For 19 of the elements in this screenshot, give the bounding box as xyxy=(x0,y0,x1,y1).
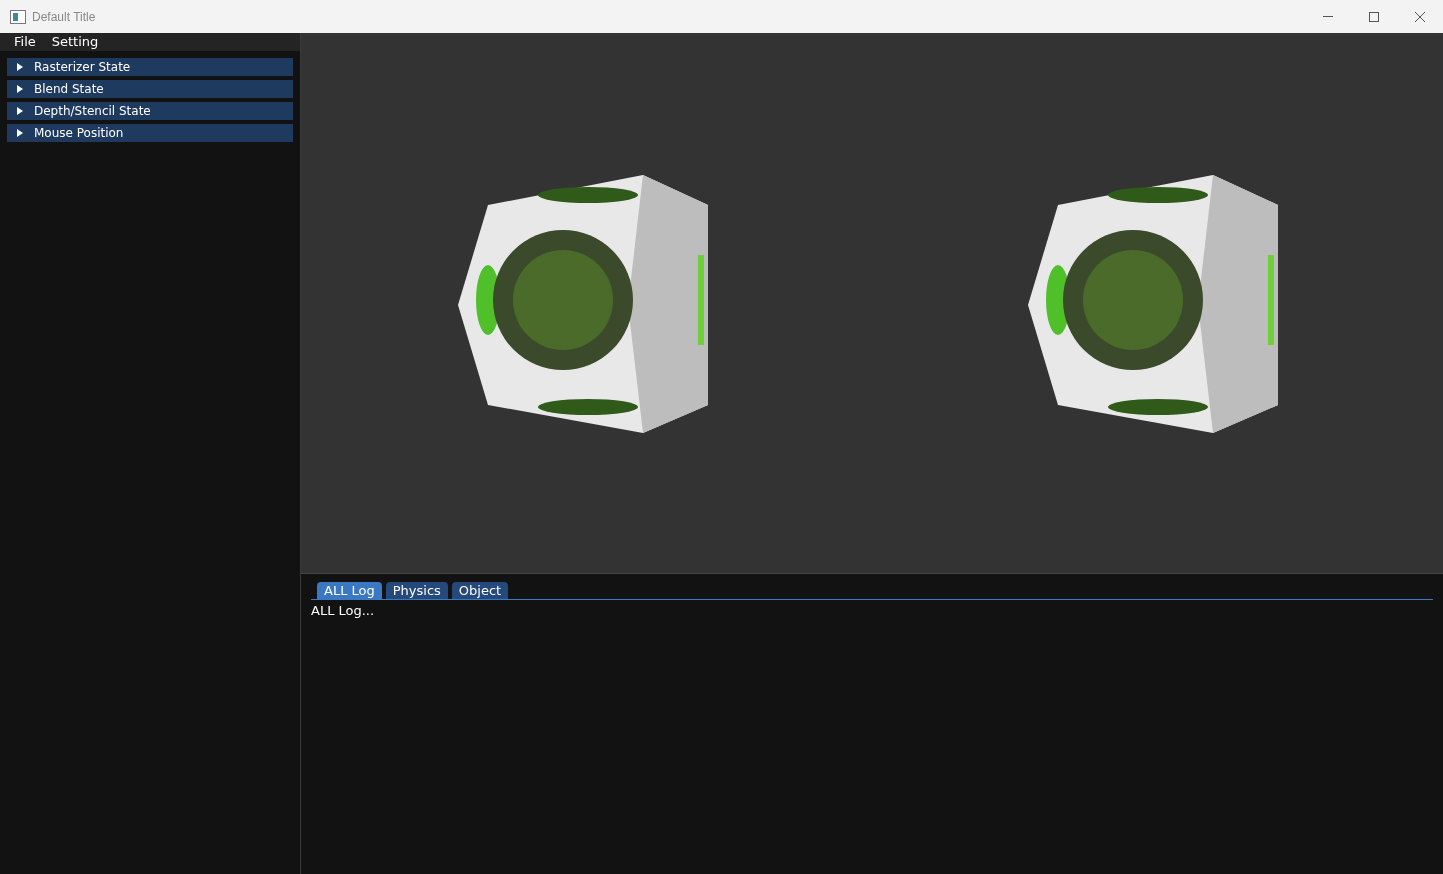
maximize-icon xyxy=(1369,11,1379,22)
caret-right-icon xyxy=(16,129,24,137)
caret-right-icon xyxy=(16,63,24,71)
tree-node[interactable]: Rasterizer State xyxy=(7,58,293,76)
app-icon xyxy=(10,9,26,24)
tree-node[interactable]: Depth/Stencil State xyxy=(7,102,293,120)
menu-item[interactable]: Setting xyxy=(45,33,105,51)
caret-right-icon xyxy=(16,107,24,115)
tree-node[interactable]: Mouse Position xyxy=(7,124,293,142)
log-tab[interactable]: Object xyxy=(451,582,509,599)
log-tab[interactable]: ALL Log xyxy=(317,582,382,599)
log-text: ALL Log... xyxy=(311,602,376,620)
menu-item[interactable]: File xyxy=(8,33,42,51)
window-title: Default Title xyxy=(32,8,96,26)
caret-right-icon xyxy=(16,85,24,93)
close-icon xyxy=(1415,11,1425,22)
log-tab[interactable]: Physics xyxy=(385,582,448,599)
minimize-icon xyxy=(1323,16,1333,17)
tree-node[interactable]: Blend State xyxy=(7,80,293,98)
